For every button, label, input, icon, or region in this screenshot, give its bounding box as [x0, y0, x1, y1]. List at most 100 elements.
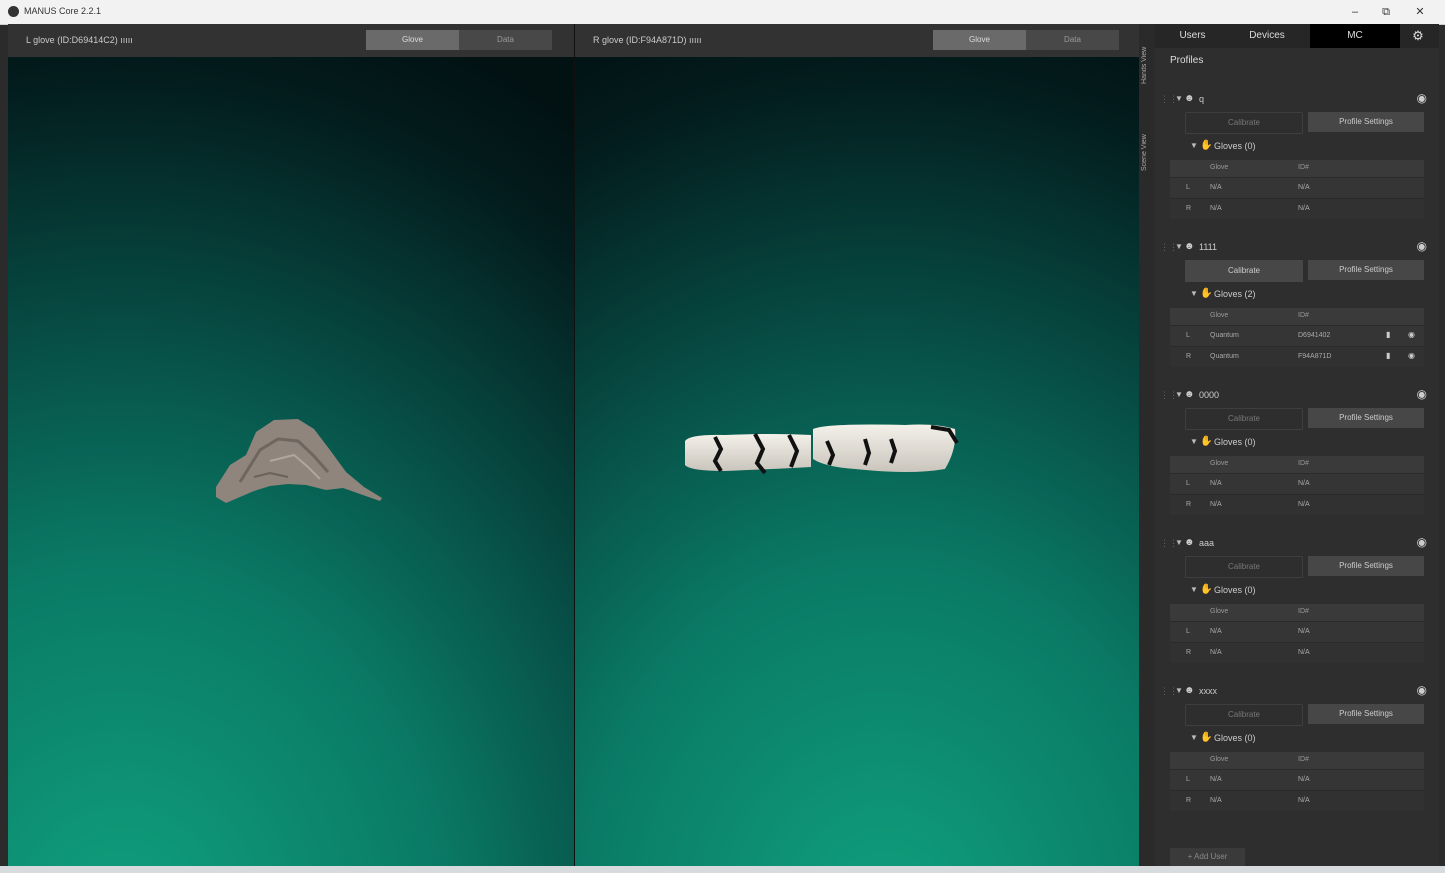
profile-header[interactable]: ⋮⋮ ▼ ☻ q ◉ — [1155, 90, 1439, 110]
glove-cell: Quantum — [1210, 353, 1239, 360]
hands-view-tab[interactable]: Hands View — [1141, 36, 1153, 94]
hand-icon: ✋ — [1200, 436, 1213, 447]
glove-column-header: Glove — [1210, 756, 1229, 763]
glove-cell: N/A — [1210, 776, 1222, 783]
calibrate-button[interactable]: Calibrate — [1185, 260, 1303, 282]
profile-header[interactable]: ⋮⋮ ▼ ☻ aaa ◉ — [1155, 534, 1439, 554]
settings-gear-icon[interactable]: ⚙ — [1403, 24, 1433, 48]
gloves-label: Gloves (0) — [1214, 437, 1256, 447]
id-column-header: ID# — [1298, 608, 1309, 615]
users-panel: Users Devices MC ⚙ Profiles ⋮⋮ ▼ ☻ q ◉ C… — [1155, 24, 1439, 866]
side-cell: L — [1186, 776, 1190, 783]
eye-icon[interactable]: ◉ — [1417, 239, 1427, 253]
right-data-button[interactable]: Data — [1026, 30, 1119, 50]
chevron-down-icon[interactable]: ▼ — [1190, 141, 1198, 150]
gloves-table: Glove ID# L N/A N/A R N/A N/A — [1170, 604, 1424, 663]
profile-card: ⋮⋮ ▼ ☻ q ◉ Calibrate Profile Settings ▼ … — [1155, 90, 1439, 230]
id-cell: N/A — [1298, 184, 1310, 191]
view-side-tabs: Hands View Scene View — [1139, 24, 1155, 866]
chevron-down-icon[interactable]: ▼ — [1175, 242, 1183, 251]
tab-users[interactable]: Users — [1160, 24, 1225, 48]
right-3d-scene[interactable] — [575, 57, 1139, 866]
calibrate-button[interactable]: Calibrate — [1185, 704, 1303, 726]
scene-view-tab[interactable]: Scene View — [1141, 124, 1153, 182]
tab-mc[interactable]: MC — [1310, 24, 1400, 48]
side-cell: L — [1186, 332, 1190, 339]
window-title: MANUS Core 2.2.1 — [24, 6, 102, 16]
table-row: L N/A N/A — [1170, 621, 1424, 642]
eye-icon[interactable]: ◉ — [1417, 91, 1427, 105]
right-viewport-title: R glove (ID:F94A871D) ııııı — [593, 35, 702, 45]
profile-settings-button[interactable]: Profile Settings — [1308, 260, 1424, 280]
eye-icon[interactable]: ◉ — [1408, 330, 1415, 339]
glove-cell: N/A — [1210, 628, 1222, 635]
profiles-heading: Profiles — [1170, 55, 1204, 66]
table-row[interactable]: L Quantum D6941402 ▮ ◉ — [1170, 325, 1424, 346]
profile-header[interactable]: ⋮⋮ ▼ ☻ xxxx ◉ — [1155, 682, 1439, 702]
profile-name: 1111 — [1199, 242, 1218, 252]
profile-header[interactable]: ⋮⋮ ▼ ☻ 0000 ◉ — [1155, 386, 1439, 406]
maximize-button[interactable]: ⧉ — [1371, 3, 1401, 21]
gloves-group-header[interactable]: ▼ ✋ Gloves (0) — [1155, 138, 1439, 156]
left-3d-scene[interactable] — [8, 57, 574, 866]
chevron-down-icon[interactable]: ▼ — [1190, 733, 1198, 742]
table-row[interactable]: R Quantum F94A871D ▮ ◉ — [1170, 346, 1424, 367]
side-cell: L — [1186, 184, 1190, 191]
signal-icon: ▮ — [1386, 330, 1391, 339]
gloves-group-header[interactable]: ▼ ✋ Gloves (2) — [1155, 286, 1439, 304]
tab-devices[interactable]: Devices — [1227, 24, 1307, 48]
right-glove-button[interactable]: Glove — [933, 30, 1026, 50]
profile-settings-button[interactable]: Profile Settings — [1308, 556, 1424, 576]
chevron-down-icon[interactable]: ▼ — [1190, 289, 1198, 298]
chevron-down-icon[interactable]: ▼ — [1190, 585, 1198, 594]
signal-icon: ▮ — [1386, 351, 1391, 360]
eye-icon[interactable]: ◉ — [1417, 387, 1427, 401]
id-column-header: ID# — [1298, 164, 1309, 171]
id-cell: N/A — [1298, 649, 1310, 656]
left-glove-viewport: L glove (ID:D69414C2) ııııı Glove Data — [8, 24, 574, 866]
hand-icon: ✋ — [1200, 288, 1213, 299]
id-cell: N/A — [1298, 797, 1310, 804]
profile-header[interactable]: ⋮⋮ ▼ ☻ 1111 ◉ — [1155, 238, 1439, 258]
id-cell: N/A — [1298, 480, 1310, 487]
hand-icon: ✋ — [1200, 732, 1213, 743]
gloves-group-header[interactable]: ▼ ✋ Gloves (0) — [1155, 434, 1439, 452]
close-button[interactable]: ✕ — [1405, 3, 1435, 21]
app-body: L glove (ID:D69414C2) ııııı Glove Data R… — [8, 24, 1439, 866]
calibrate-button[interactable]: Calibrate — [1185, 556, 1303, 578]
calibrate-button[interactable]: Calibrate — [1185, 112, 1303, 134]
chevron-down-icon[interactable]: ▼ — [1175, 390, 1183, 399]
gloves-label: Gloves (0) — [1214, 585, 1256, 595]
gloves-group-header[interactable]: ▼ ✋ Gloves (0) — [1155, 730, 1439, 748]
profile-settings-button[interactable]: Profile Settings — [1308, 112, 1424, 132]
gloves-group-header[interactable]: ▼ ✋ Gloves (0) — [1155, 582, 1439, 600]
profile-settings-button[interactable]: Profile Settings — [1308, 704, 1424, 724]
glove-cell: N/A — [1210, 797, 1222, 804]
side-cell: L — [1186, 628, 1190, 635]
chevron-down-icon[interactable]: ▼ — [1175, 538, 1183, 547]
glove-column-header: Glove — [1210, 164, 1229, 171]
window-titlebar: MANUS Core 2.2.1 – ⧉ ✕ — [0, 0, 1445, 25]
chevron-down-icon[interactable]: ▼ — [1190, 437, 1198, 446]
glove-cell: N/A — [1210, 649, 1222, 656]
minimize-button[interactable]: – — [1340, 3, 1370, 21]
id-cell: N/A — [1298, 776, 1310, 783]
side-cell: R — [1186, 205, 1192, 212]
chevron-down-icon[interactable]: ▼ — [1175, 686, 1183, 695]
profile-name: 0000 — [1199, 390, 1220, 400]
profile-card: ⋮⋮ ▼ ☻ 0000 ◉ Calibrate Profile Settings… — [1155, 386, 1439, 526]
calibrate-button[interactable]: Calibrate — [1185, 408, 1303, 430]
right-hand-model — [685, 424, 959, 475]
left-glove-button[interactable]: Glove — [366, 30, 459, 50]
eye-icon[interactable]: ◉ — [1417, 683, 1427, 697]
table-row: R N/A N/A — [1170, 198, 1424, 219]
eye-icon[interactable]: ◉ — [1417, 535, 1427, 549]
eye-icon[interactable]: ◉ — [1408, 351, 1415, 360]
glove-cell: N/A — [1210, 501, 1222, 508]
left-data-button[interactable]: Data — [459, 30, 552, 50]
profile-settings-button[interactable]: Profile Settings — [1308, 408, 1424, 428]
chevron-down-icon[interactable]: ▼ — [1175, 94, 1183, 103]
table-row: L N/A N/A — [1170, 769, 1424, 790]
profile-card: ⋮⋮ ▼ ☻ aaa ◉ Calibrate Profile Settings … — [1155, 534, 1439, 674]
add-user-button[interactable]: + Add User — [1170, 848, 1245, 866]
